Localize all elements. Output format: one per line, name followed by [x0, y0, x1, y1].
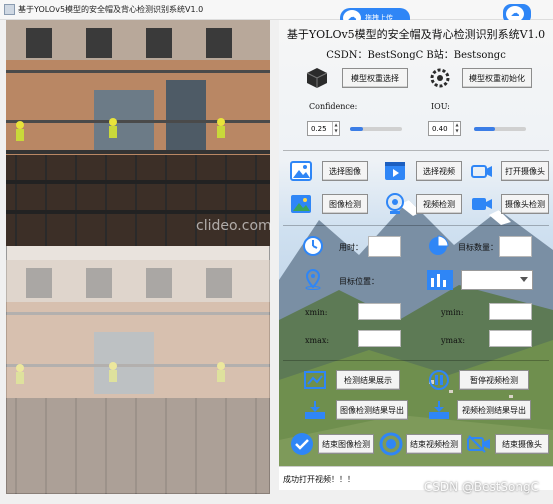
iou-slider-fill — [474, 127, 495, 131]
app-title: 基于YOLOv5模型的安全帽及背心检测识别系统V1.0 — [286, 28, 546, 41]
control-panel: 基于YOLOv5模型的安全帽及背心检测识别系统V1.0 CSDN：BestSon… — [279, 20, 553, 490]
confidence-slider-fill — [350, 127, 363, 131]
gear-icon — [429, 67, 451, 89]
download-icon — [304, 400, 326, 420]
show-results-button[interactable]: 检测结果展示 — [336, 370, 400, 390]
check-circle-icon — [290, 432, 314, 456]
chevron-down-icon[interactable] — [520, 277, 528, 282]
camera-detect-button[interactable]: 摄像头检测 — [501, 194, 549, 214]
model-weight-select-button[interactable]: 模型权重选择 — [342, 68, 408, 88]
open-camera-button[interactable]: 打开摄像头 — [501, 161, 549, 181]
image-detect-icon — [290, 194, 312, 214]
target-select-dropdown[interactable] — [461, 270, 533, 290]
detection-video-frame — [6, 260, 270, 494]
video-watermark: clideo.com — [196, 218, 272, 234]
image-icon — [290, 161, 312, 181]
select-image-button[interactable]: 选择图像 — [322, 161, 368, 181]
elapsed-time-label: 用时： — [339, 243, 363, 252]
bar-chart-icon — [427, 270, 453, 290]
confidence-value: 0.25 — [311, 124, 327, 133]
model-weight-init-button[interactable]: 模型权重初始化 — [462, 68, 532, 88]
clock-icon — [302, 235, 324, 257]
confidence-label: Confidence: — [309, 102, 358, 111]
ymax-value — [489, 330, 532, 347]
iou-label: IOU: — [431, 102, 450, 111]
ymin-value — [489, 303, 532, 320]
divider — [283, 225, 549, 226]
xmin-label: xmin: — [305, 308, 328, 317]
stop-circle-icon — [379, 432, 403, 456]
page-watermark: CSDN @BestSongC — [423, 480, 539, 494]
confidence-spinbox[interactable]: 0.25 ▲ ▼ — [307, 121, 340, 136]
spin-arrows-icon[interactable]: ▲ ▼ — [453, 122, 460, 135]
camera-icon — [471, 161, 493, 181]
divider — [283, 150, 549, 151]
pie-chart-icon — [427, 235, 449, 257]
confidence-slider[interactable] — [350, 127, 402, 131]
target-count-label: 目标数量： — [458, 243, 498, 252]
end-camera-button[interactable]: 结束摄像头 — [495, 434, 549, 454]
cube-icon — [306, 67, 328, 89]
ymin-label: ymin: — [441, 308, 464, 317]
window-title: 基于YOLOv5模型的安全帽及背心检测识别系统V1.0 — [18, 5, 204, 14]
select-video-button[interactable]: 选择视频 — [416, 161, 462, 181]
target-position-label: 目标位置： — [339, 277, 379, 286]
status-message: 成功打开视频！！！ — [283, 475, 355, 484]
elapsed-time-value — [368, 236, 401, 257]
target-count-value — [499, 236, 532, 257]
app-icon — [4, 4, 15, 15]
video-detect-button[interactable]: 视频检测 — [416, 194, 462, 214]
export-image-results-button[interactable]: 图像检测结果导出 — [336, 400, 408, 420]
iou-slider[interactable] — [474, 127, 526, 131]
image-detect-button[interactable]: 图像检测 — [322, 194, 368, 214]
end-image-detect-button[interactable]: 结束图像检测 — [318, 434, 374, 454]
spin-arrows-icon[interactable]: ▲ ▼ — [332, 122, 339, 135]
ymax-label: ymax: — [441, 336, 466, 345]
webcam-icon — [384, 192, 406, 216]
display-results-icon — [304, 371, 326, 389]
title-bar: 基于YOLOv5模型的安全帽及背心检测识别系统V1.0 — [0, 0, 553, 20]
iou-spinbox[interactable]: 0.40 ▲ ▼ — [428, 121, 461, 136]
video-camera-icon — [471, 194, 493, 214]
author-info: CSDN：BestSongC B站：Bestsongc — [326, 50, 506, 61]
export-video-results-button[interactable]: 视频检测结果导出 — [457, 400, 531, 420]
xmin-value — [358, 303, 401, 320]
pause-video-button[interactable]: 暂停视频检测 — [459, 370, 529, 390]
location-pin-icon — [302, 268, 324, 290]
xmax-label: xmax: — [305, 336, 330, 345]
end-video-detect-button[interactable]: 结束视频检测 — [406, 434, 462, 454]
iou-value: 0.40 — [432, 124, 448, 133]
original-video-frame — [6, 20, 270, 246]
pause-icon — [428, 369, 450, 391]
divider — [283, 360, 549, 361]
download-icon — [428, 400, 450, 420]
video-file-icon — [384, 161, 406, 181]
xmax-value — [358, 330, 401, 347]
camera-off-icon — [467, 434, 491, 454]
